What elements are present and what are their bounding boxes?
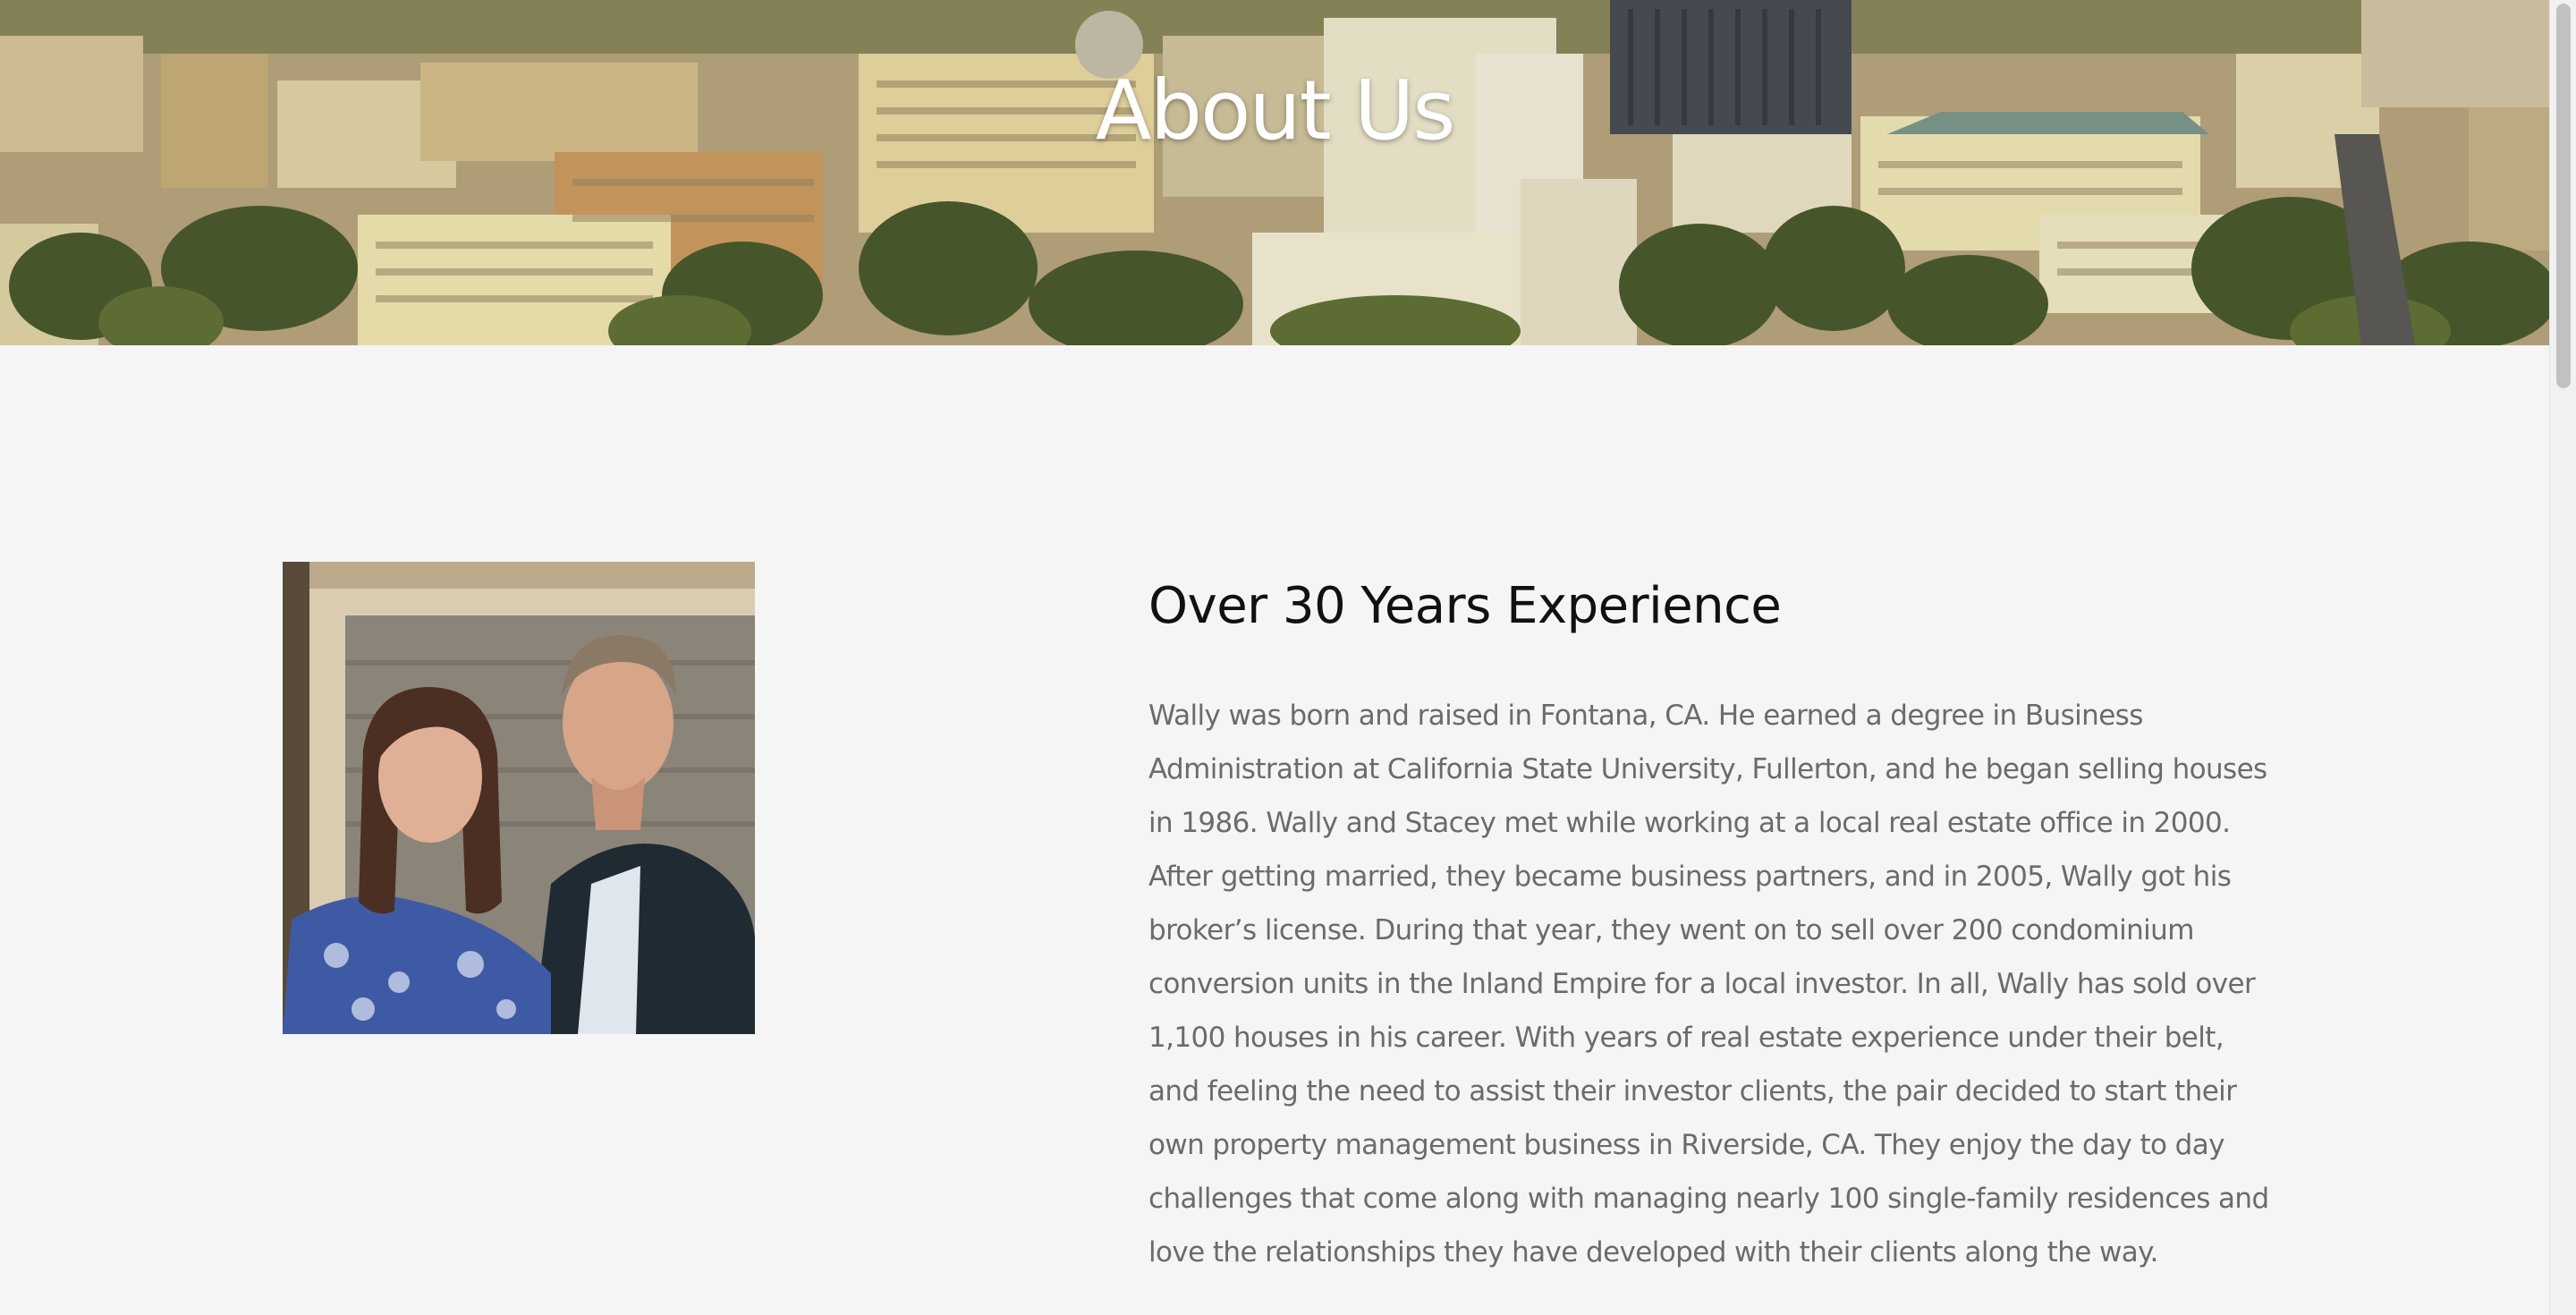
page-title: About Us <box>1095 63 1456 158</box>
owners-photo <box>283 562 755 1034</box>
vertical-scrollbar[interactable] <box>2549 0 2576 1315</box>
about-page: About Us Over 30 Years Experience Wally … <box>0 0 2576 1315</box>
bio-paragraph: Wally was born and raised in Fontana, CA… <box>1148 700 2269 1268</box>
owners-photo-image <box>283 562 755 1034</box>
about-text-section: Over 30 Years Experience Wally was born … <box>1148 569 2277 1279</box>
city-skyline-image <box>0 0 2549 345</box>
hero-banner: About Us <box>0 0 2549 345</box>
scrollbar-thumb[interactable] <box>2556 4 2571 388</box>
section-heading: Over 30 Years Experience <box>1148 577 1782 635</box>
